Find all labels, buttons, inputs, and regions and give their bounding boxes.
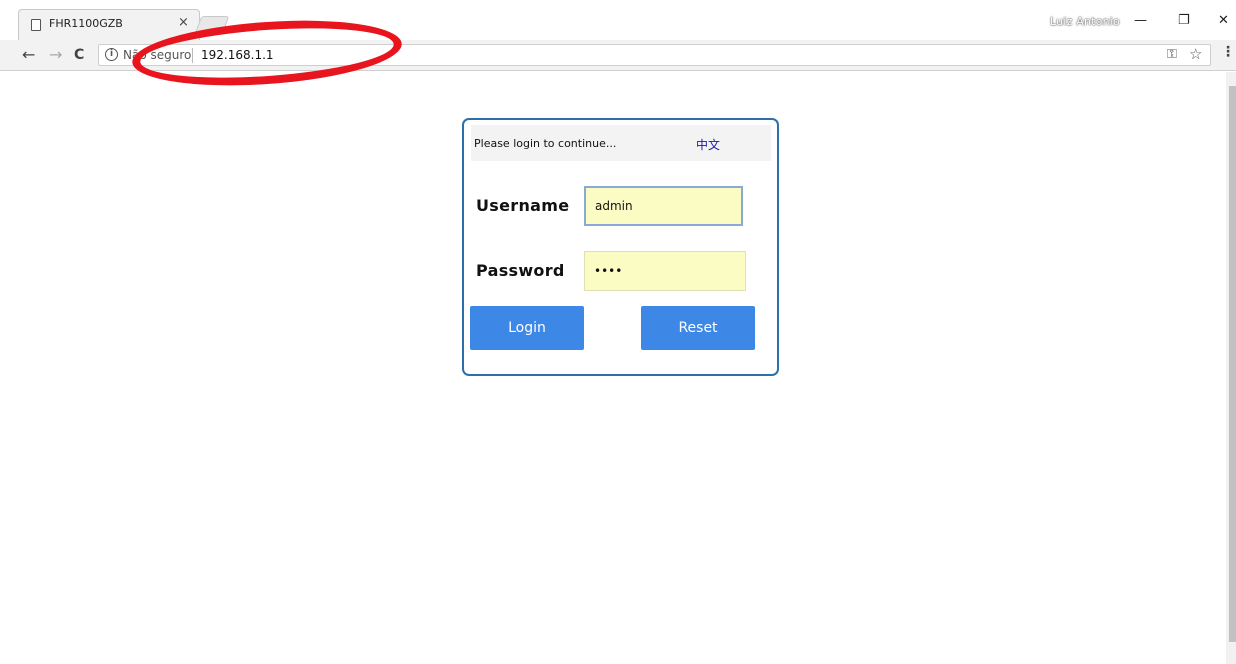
profile-name[interactable]: Luiz Antonio bbox=[1050, 15, 1120, 28]
forward-icon[interactable]: → bbox=[49, 45, 62, 64]
restore-icon[interactable]: ❐ bbox=[1178, 13, 1190, 28]
tab-close-icon[interactable]: × bbox=[178, 15, 189, 30]
language-link[interactable]: 中文 bbox=[696, 136, 720, 153]
login-panel: Please login to continue... 中文 Username … bbox=[462, 118, 779, 376]
minimize-icon[interactable]: — bbox=[1134, 13, 1147, 28]
username-label: Username bbox=[476, 196, 570, 215]
password-label: Password bbox=[476, 261, 565, 280]
star-icon[interactable]: ☆ bbox=[1189, 45, 1202, 63]
info-icon[interactable]: i bbox=[105, 48, 118, 61]
reload-icon[interactable]: C bbox=[74, 47, 84, 63]
back-icon[interactable]: ← bbox=[22, 45, 35, 64]
scrollbar-thumb[interactable] bbox=[1229, 86, 1236, 642]
page-icon bbox=[31, 19, 41, 31]
close-window-icon[interactable]: ✕ bbox=[1218, 13, 1229, 28]
login-prompt: Please login to continue... bbox=[474, 137, 617, 150]
tab-title: FHR1100GZB bbox=[49, 17, 123, 30]
reset-button[interactable]: Reset bbox=[641, 306, 755, 350]
browser-tab[interactable]: FHR1100GZB × bbox=[18, 9, 200, 40]
password-field[interactable]: •••• bbox=[584, 251, 746, 291]
menu-icon[interactable]: ⋮ bbox=[1221, 44, 1235, 60]
key-icon[interactable]: ⚿ bbox=[1167, 47, 1177, 62]
login-header: Please login to continue... 中文 bbox=[471, 125, 771, 161]
username-field[interactable]: admin bbox=[584, 186, 743, 226]
login-button[interactable]: Login bbox=[470, 306, 584, 350]
